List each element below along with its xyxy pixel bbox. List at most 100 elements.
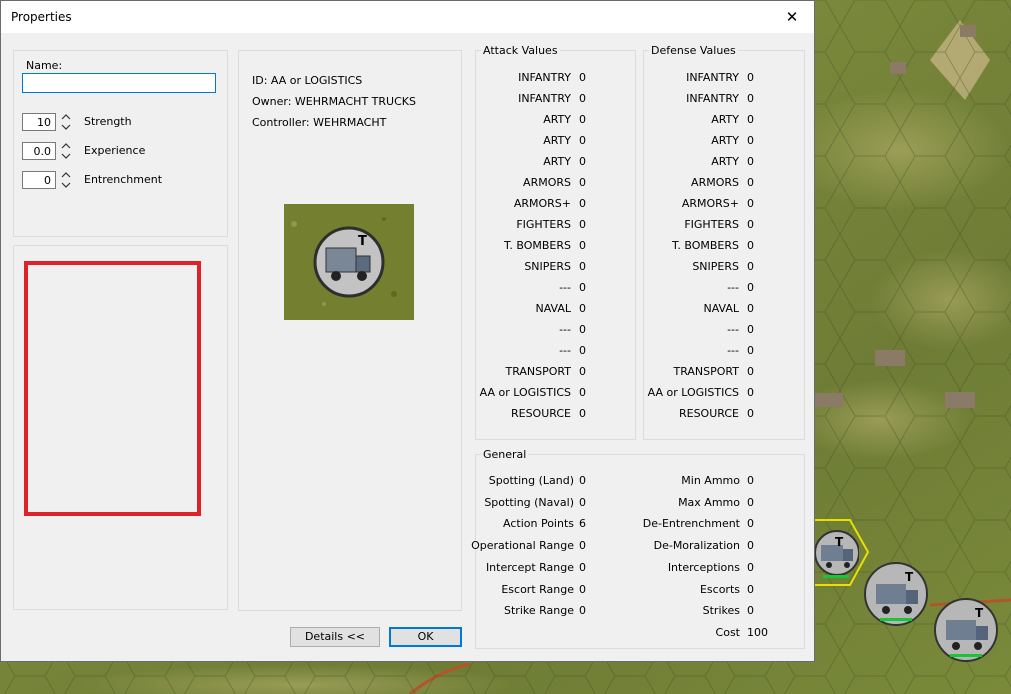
unit-portrait: T	[284, 204, 414, 320]
general-right-row-value: 0	[747, 474, 754, 487]
entrenchment-spinner[interactable]: 0	[22, 171, 56, 189]
attack-row-value: 0	[579, 92, 586, 105]
defense-row-label: ARMORS	[691, 176, 739, 189]
general-left-row-label: Operational Range	[471, 539, 574, 553]
close-icon: ✕	[785, 8, 799, 26]
defense-row-label: NAVAL	[703, 302, 739, 315]
general-right-row-value: 100	[747, 625, 768, 639]
attack-row-label: RESOURCE	[510, 407, 571, 420]
attack-row-value: 0	[579, 176, 586, 189]
general-right-row-value: 0	[747, 560, 754, 574]
attack-row-value: 0	[579, 218, 586, 231]
defense-row-label: TRANSPORT	[673, 365, 739, 378]
defense-row-label: ARTY	[711, 113, 739, 126]
unit-owner: Owner: WEHRMACHT TRUCKS	[252, 95, 416, 108]
attack-row-value: 0	[579, 407, 586, 420]
spinner-arrows-icon[interactable]	[61, 141, 71, 161]
general-right-row-label: De-Moralization	[653, 539, 740, 553]
attack-row-value: 0	[579, 281, 586, 294]
general-right-row-label: Strikes	[702, 604, 740, 618]
defense-row-label: SNIPERS	[692, 260, 739, 273]
defense-row-label: ---	[727, 344, 739, 357]
spinner-arrows-icon[interactable]	[61, 112, 71, 132]
defense-row-value: 0	[747, 155, 754, 168]
spinner-arrows-icon[interactable]	[61, 170, 71, 190]
highlight-box	[24, 261, 201, 516]
defense-row-value: 0	[747, 407, 754, 420]
name-input[interactable]	[22, 73, 216, 93]
attack-row-label: ---	[559, 344, 571, 357]
defense-row-label: ARTY	[711, 155, 739, 168]
unit-badge: T	[835, 535, 844, 549]
general-right-row-value: 0	[747, 582, 754, 596]
attack-row-label: NAVAL	[535, 302, 571, 315]
general-left-row-label: Action Points	[503, 517, 574, 531]
attack-row-label: SNIPERS	[524, 260, 571, 273]
defense-row-label: ---	[727, 281, 739, 294]
ok-button[interactable]: OK	[389, 627, 462, 647]
truck-unit-icon	[864, 562, 928, 626]
defense-row-value: 0	[747, 281, 754, 294]
attack-row-value: 0	[579, 134, 586, 147]
general-right-row-label: Max Ammo	[678, 495, 740, 509]
attack-row-label: FIGHTERS	[516, 218, 571, 231]
general-right-row-label: Interceptions	[667, 560, 740, 574]
defense-row-label: ARTY	[711, 134, 739, 147]
defense-row-value: 0	[747, 218, 754, 231]
title-bar[interactable]: Properties ✕	[1, 1, 814, 33]
general-left-row-value: 0	[579, 560, 586, 574]
general-left-row-value: 0	[579, 474, 586, 487]
general-right-row-value: 0	[747, 495, 754, 509]
unit-badge: T	[905, 570, 914, 584]
strength-spinner[interactable]: 10	[22, 113, 56, 131]
defense-values-title: Defense Values	[649, 44, 738, 57]
properties-dialog: Properties ✕ Name: 10 Strength 0.0 Exper…	[0, 0, 815, 662]
details-button[interactable]: Details <<	[290, 627, 380, 647]
general-right-row-value: 0	[747, 539, 754, 553]
general-left-row-value: 0	[579, 604, 586, 618]
close-button[interactable]: ✕	[770, 1, 814, 33]
map-unit[interactable]: T	[932, 596, 1002, 666]
general-left-row-label: Escort Range	[501, 582, 574, 596]
defense-row-label: RESOURCE	[678, 407, 739, 420]
attack-row-value: 0	[579, 239, 586, 252]
truck-unit-icon	[934, 598, 998, 662]
dialog-title: Properties	[11, 10, 72, 24]
attack-row-label: ARTY	[543, 155, 571, 168]
name-label: Name:	[26, 59, 63, 72]
defense-row-label: INFANTRY	[686, 71, 739, 84]
general-right-row-label: Cost	[715, 625, 740, 639]
unit-controller: Controller: WEHRMACHT	[252, 116, 387, 129]
truck-unit-icon	[284, 204, 414, 320]
unit-id: ID: AA or LOGISTICS	[252, 74, 363, 87]
attack-row-value: 0	[579, 260, 586, 273]
general-left-row-value: 6	[579, 517, 586, 531]
map-unit[interactable]: T	[814, 525, 860, 585]
defense-row-label: AA or LOGISTICS	[647, 386, 739, 399]
general-right-row-label: Escorts	[699, 582, 740, 596]
attack-row-label: T. BOMBERS	[503, 239, 571, 252]
attack-row-label: ---	[559, 323, 571, 336]
attack-row-label: INFANTRY	[518, 92, 571, 105]
attack-row-label: ARMORS+	[513, 197, 571, 210]
experience-spinner[interactable]: 0.0	[22, 142, 56, 160]
general-left-row-label: Strike Range	[504, 604, 574, 618]
defense-row-label: INFANTRY	[686, 92, 739, 105]
map-unit[interactable]: T	[862, 560, 932, 630]
defense-row-value: 0	[747, 302, 754, 315]
defense-row-value: 0	[747, 323, 754, 336]
general-title: General	[481, 448, 529, 461]
general-left-row-value: 0	[579, 539, 586, 553]
truck-unit-icon	[814, 530, 860, 578]
general-left-row-value: 0	[579, 495, 586, 509]
general-right-row-label: De-Entrenchment	[642, 517, 740, 531]
defense-row-value: 0	[747, 197, 754, 210]
unit-badge: T	[975, 606, 984, 620]
defense-row-value: 0	[747, 113, 754, 126]
general-left-row-label: Spotting (Land)	[488, 474, 574, 487]
defense-row-value: 0	[747, 365, 754, 378]
strength-label: Strength	[84, 115, 132, 128]
defense-row-label: FIGHTERS	[684, 218, 739, 231]
general-left-row-label: Spotting (Naval)	[484, 495, 574, 509]
general-left-row-label: Intercept Range	[485, 560, 574, 574]
